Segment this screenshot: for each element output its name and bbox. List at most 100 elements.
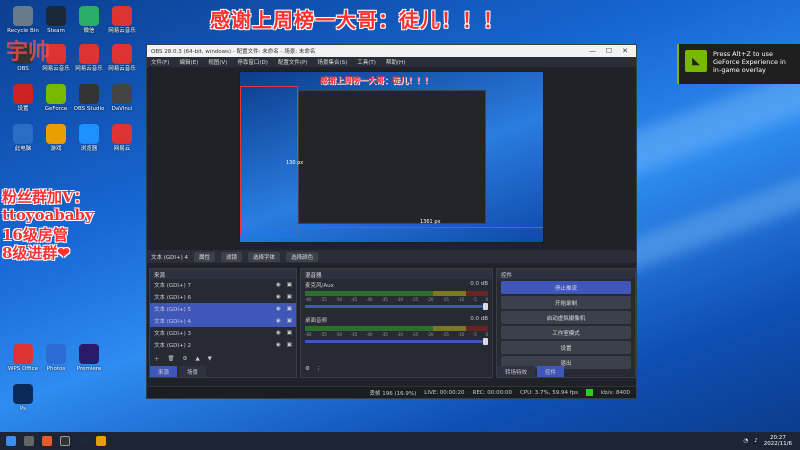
eye-icon[interactable]: ◉: [276, 294, 281, 300]
add-icon[interactable]: ＋: [154, 355, 160, 363]
app-icon: [112, 6, 132, 26]
maximize-icon[interactable]: ☐: [606, 47, 612, 55]
gear-icon[interactable]: ⚙: [305, 366, 310, 372]
wifi-icon[interactable]: ◔: [743, 438, 748, 444]
notification-text: Press Alt+Z to use GeForce Experience in…: [713, 50, 786, 74]
menu-icon[interactable]: ⋮: [316, 366, 322, 372]
lock-icon[interactable]: ▣: [287, 294, 292, 300]
source-item[interactable]: 文本 (GDI+) 5 ◉ ▣: [150, 303, 296, 315]
trash-icon[interactable]: 🗑: [168, 356, 175, 362]
volume-icon[interactable]: ♪: [754, 438, 758, 444]
clock-date: 2022/11/6: [763, 441, 792, 447]
mixer-header: 混音器: [301, 269, 492, 279]
settings-button[interactable]: 设置: [501, 341, 631, 354]
search-icon[interactable]: [24, 436, 34, 446]
menu-help[interactable]: 帮助(H): [386, 58, 405, 66]
tab-scenes[interactable]: 场景: [179, 366, 207, 377]
studio-mode-button[interactable]: 工作室模式: [501, 326, 631, 339]
menu-docks[interactable]: 停靠窗口(D): [237, 58, 268, 66]
geforce-notification[interactable]: ◣ Press Alt+Z to use GeForce Experience …: [677, 44, 800, 84]
source-item[interactable]: 文本 (GDI+) 2 ◉ ▣: [150, 339, 296, 351]
mixer-dock: 混音器 麦克风/Aux 0.0 dB -60 -55 -50 -45 -40 -35 -30-…: [300, 268, 493, 378]
tab-transitions[interactable]: 转场特效: [497, 366, 536, 377]
source-label: 文本 (GDI+) 5: [154, 307, 192, 313]
app-icon: [79, 124, 99, 144]
browser-icon[interactable]: [42, 436, 52, 446]
virtual-camera-button[interactable]: 启动虚拟摄像机: [501, 311, 631, 324]
volume-slider[interactable]: [305, 338, 488, 345]
down-icon[interactable]: ▼: [208, 356, 212, 362]
bitrate: kb/s: 8400: [601, 389, 630, 396]
desktop-icon[interactable]: 网易云音乐: [103, 44, 141, 88]
preview-canvas[interactable]: 感谢上周榜一大哥：徒儿！！！ 1361 px 130 px: [239, 71, 544, 243]
lock-icon[interactable]: ▣: [287, 318, 292, 324]
obs-titlebar: OBS 28.0.3 (64-bit, windows) - 配置文件: 未命名…: [147, 45, 636, 57]
eye-icon[interactable]: ◉: [276, 318, 281, 324]
start-recording-button[interactable]: 开始录制: [501, 296, 631, 309]
source-label: 文本 (GDI+) 4: [154, 319, 192, 325]
app-icon[interactable]: [96, 436, 106, 446]
desktop-icon[interactable]: Ps: [4, 384, 42, 428]
volume-slider[interactable]: [305, 303, 488, 310]
desktop-icon-label: Ps: [19, 406, 27, 412]
start-icon[interactable]: [6, 436, 16, 446]
track-db: 0.0 dB: [470, 281, 488, 287]
mixer-toolbar: ⚙ ⋮: [301, 363, 325, 375]
select-font-button[interactable]: 选择字体: [248, 251, 281, 262]
minimize-icon[interactable]: —: [589, 47, 596, 55]
eye-icon[interactable]: ◉: [276, 330, 281, 336]
close-icon[interactable]: ✕: [622, 47, 628, 55]
app-icon: [79, 6, 99, 26]
source-item[interactable]: 文本 (GDI+) 3 ◉ ▣: [150, 327, 296, 339]
side-text-1: 粉丝群加V：: [2, 188, 89, 206]
menu-file[interactable]: 文件(F): [151, 58, 169, 66]
eye-icon[interactable]: ◉: [276, 282, 281, 288]
menu-profile[interactable]: 配置文件(P): [278, 58, 308, 66]
app-icon: [112, 124, 132, 144]
gear-icon[interactable]: ⚙: [183, 356, 188, 362]
distance-guide: [298, 227, 543, 228]
eye-icon[interactable]: ◉: [276, 342, 281, 348]
app-icon: [13, 384, 33, 404]
window-title: OBS 28.0.3 (64-bit, windows) - 配置文件: 未命名…: [151, 49, 316, 55]
guide-label-h: 1361 px: [420, 219, 441, 225]
status-bar: 丢帧 196 (16.9%) LIVE: 00:00:20 REC: 00:00…: [147, 386, 636, 398]
app-icon: [13, 124, 33, 144]
lock-icon[interactable]: ▣: [287, 330, 292, 336]
menu-edit[interactable]: 编辑(E): [179, 58, 198, 66]
desktop-icon[interactable]: Premiere: [70, 344, 108, 388]
app-icon: [46, 344, 66, 364]
mixer-track-desktop: 桌面音频 0.0 dB -60 -55 -50 -45 -40 -35 -30 -25 -20 -1…: [305, 316, 488, 345]
up-icon[interactable]: ▲: [195, 356, 199, 362]
preview-nested-obs: [298, 90, 486, 224]
properties-button[interactable]: 属性: [194, 251, 216, 262]
source-item[interactable]: 文本 (GDI+) 6 ◉ ▣: [150, 291, 296, 303]
clock[interactable]: 20:27 2022/11/6: [764, 435, 792, 447]
menu-view[interactable]: 视图(V): [208, 58, 227, 66]
menu-scene-collection[interactable]: 场景集合(S): [317, 58, 347, 66]
source-item[interactable]: 文本 (GDI+) 4 ◉ ▣: [150, 315, 296, 327]
select-color-button[interactable]: 选择颜色: [286, 251, 319, 262]
eye-icon[interactable]: ◉: [276, 306, 281, 312]
current-source-name: 文本 (GDI+) 4: [151, 254, 189, 261]
tab-controls[interactable]: 控件: [537, 366, 565, 377]
track-db: 0.0 dB: [470, 316, 488, 322]
desktop-icon[interactable]: DaVinci: [103, 84, 141, 128]
app-icon: [79, 44, 99, 64]
source-item[interactable]: 文本 (GDI+) 7 ◉ ▣: [150, 279, 296, 291]
tab-sources[interactable]: 来源: [150, 366, 178, 377]
lock-icon[interactable]: ▣: [287, 342, 292, 348]
side-text-2: ttoyoababy: [2, 206, 94, 224]
lock-icon[interactable]: ▣: [287, 306, 292, 312]
cpu-fps: CPU: 3.7%, 59.94 fps: [519, 389, 578, 396]
app-icon: [46, 6, 66, 26]
menu-tools[interactable]: 工具(T): [357, 58, 376, 66]
obs-icon[interactable]: [60, 436, 70, 446]
steam-icon[interactable]: [78, 436, 88, 446]
obs-window: OBS 28.0.3 (64-bit, windows) - 配置文件: 未命名…: [146, 44, 637, 399]
desktop-icon[interactable]: 网易云: [103, 124, 141, 168]
dropped-frames: 丢帧 196 (16.9%): [369, 390, 417, 397]
filters-button[interactable]: 滤镜: [221, 251, 243, 262]
lock-icon[interactable]: ▣: [287, 282, 292, 288]
stop-streaming-button[interactable]: 停止推流: [501, 281, 631, 294]
